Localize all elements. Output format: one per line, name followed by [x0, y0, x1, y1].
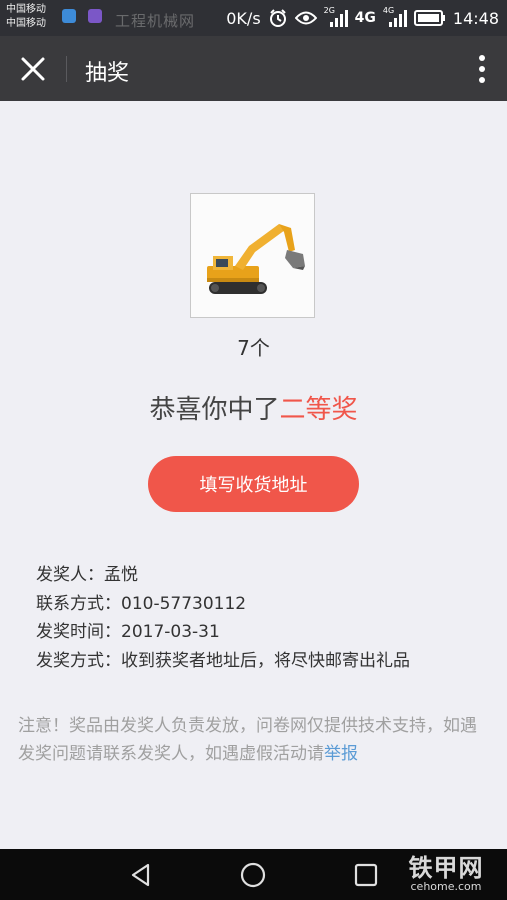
more-vertical-icon[interactable] [477, 54, 487, 84]
app-notification-icon [62, 9, 76, 23]
date-value: 2017-03-31 [121, 622, 220, 642]
watermark-logo-domain: cehome.com [410, 880, 482, 893]
network-type-label: 4G [354, 10, 376, 26]
carrier-2: 中国移动 [6, 18, 46, 29]
network-speed: 0K/s [226, 8, 261, 28]
watermark-logo: 铁甲网 cehome.com [395, 855, 497, 893]
battery-icon [413, 10, 445, 26]
contact-label: 联系方式： [36, 593, 121, 614]
navigation-bar: 铁甲网 cehome.com [0, 849, 507, 900]
watermark-text: 工程机械网 [115, 12, 196, 30]
date-label: 发奖时间： [36, 622, 121, 642]
clock-time: 14:48 [452, 8, 499, 28]
home-circle-icon[interactable] [239, 861, 267, 889]
fill-address-button[interactable]: 填写收货地址 [148, 456, 359, 512]
alarm-clock-icon [269, 9, 286, 27]
report-link[interactable]: 举报 [324, 744, 358, 764]
date-row: 发奖时间：2017-03-31 [36, 618, 410, 647]
prize-quantity: 7个 [237, 336, 270, 360]
contact-value: 010-57730112 [121, 593, 247, 614]
carrier-1: 中国移动 [6, 4, 46, 15]
signal-icon [388, 10, 407, 27]
issuer-row: 发奖人：孟悦 [36, 561, 410, 590]
notice-text: 注意！奖品由发奖人负责发放，问卷网仅提供技术支持，如遇发奖问题请联系发奖人，如遇… [18, 712, 488, 768]
issuer-label: 发奖人： [36, 565, 104, 585]
recent-square-icon[interactable] [352, 861, 380, 889]
prize-level: 二等奖 [279, 395, 358, 425]
status-right: 0K/s 2G 4G 4G 14:48 [226, 0, 499, 36]
carrier-info: 中国移动 中国移动 [6, 3, 46, 31]
status-bar: 中国移动 中国移动 工程机械网 0K/s 2G 4G 4G 14:48 [0, 0, 507, 36]
watermark-logo-text: 铁甲网 [408, 854, 484, 882]
eye-icon [294, 11, 317, 25]
prize-image [190, 193, 315, 318]
title-divider [66, 56, 67, 82]
congrats-message: 恭喜你中了二等奖 [0, 389, 507, 426]
method-label: 发奖方式： [36, 650, 121, 671]
title-bar: 抽奖 [0, 36, 507, 101]
page-title: 抽奖 [85, 61, 130, 86]
method-value: 收到获奖者地址后，将尽快邮寄出礼品 [121, 650, 410, 671]
congrats-prefix: 恭喜你中了 [149, 395, 280, 425]
prize-info: 发奖人：孟悦 联系方式：010-57730112 发奖时间：2017-03-31… [36, 561, 410, 675]
back-triangle-icon[interactable] [127, 861, 155, 889]
method-row: 发奖方式：收到获奖者地址后，将尽快邮寄出礼品 [36, 647, 410, 676]
notice-body: 注意！奖品由发奖人负责发放，问卷网仅提供技术支持，如遇发奖问题请联系发奖人，如遇… [18, 716, 477, 764]
app-notification-icon [88, 9, 102, 23]
close-icon[interactable] [18, 54, 48, 84]
issuer-value: 孟悦 [104, 565, 138, 585]
signal-4g: 4G [383, 6, 407, 28]
signal-icon [329, 10, 348, 27]
signal-2g: 2G [324, 6, 348, 28]
excavator-image [207, 224, 305, 294]
contact-row: 联系方式：010-57730112 [36, 590, 410, 619]
